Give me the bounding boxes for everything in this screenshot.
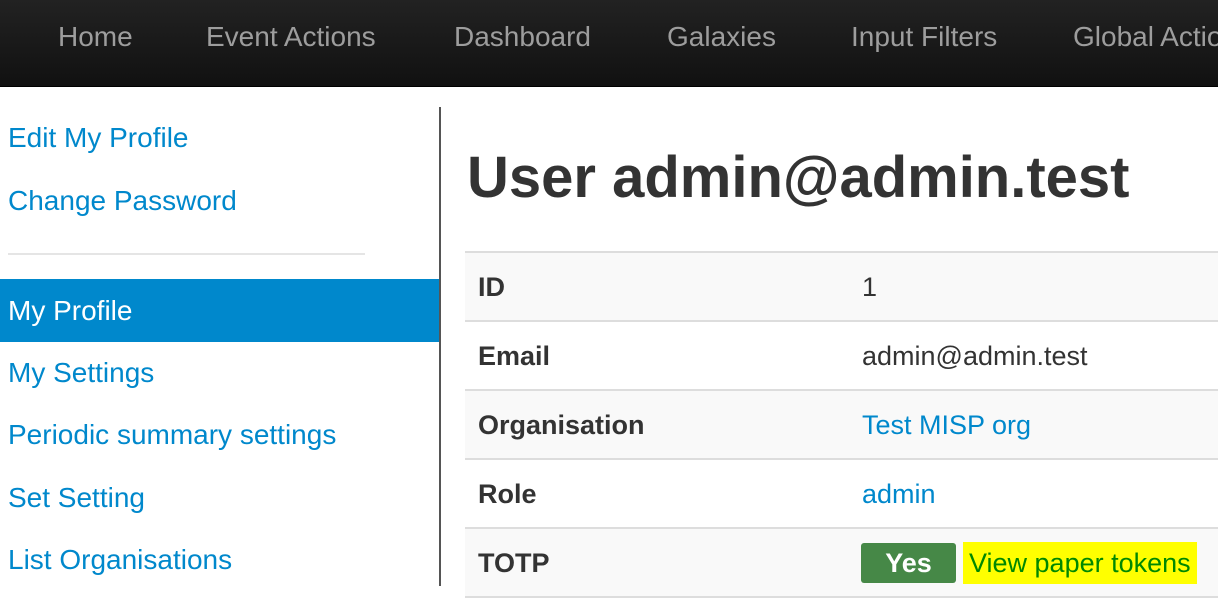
nav-home[interactable]: Home (58, 20, 133, 54)
sidebar: Edit My Profile Change Password My Profi… (0, 107, 441, 586)
sidebar-item-my-settings[interactable]: My Settings (8, 356, 154, 390)
sidebar-item-list-organisations[interactable]: List Organisations (8, 543, 232, 577)
nav-dashboard[interactable]: Dashboard (454, 20, 591, 54)
sidebar-divider (8, 253, 365, 256)
sidebar-item-my-profile[interactable]: My Profile (0, 279, 439, 342)
nav-galaxies[interactable]: Galaxies (667, 20, 776, 54)
table-row: TOTP Yes View paper tokens (465, 529, 1218, 598)
role-link[interactable]: admin (862, 478, 936, 510)
sidebar-item-set-setting[interactable]: Set Setting (8, 481, 145, 515)
totp-label: TOTP (478, 548, 550, 578)
sidebar-item-label: My Profile (8, 295, 133, 326)
nav-global-actions[interactable]: Global Actions (1073, 20, 1218, 54)
id-value: 1 (862, 272, 878, 302)
id-label: ID (478, 272, 505, 302)
role-label: Role (478, 479, 537, 509)
sidebar-item-periodic-summary-settings[interactable]: Periodic summary settings (8, 418, 336, 452)
organisation-label: Organisation (478, 410, 645, 440)
page-title: User admin@admin.test (467, 145, 1130, 210)
totp-status-badge: Yes (861, 543, 956, 583)
email-label: Email (478, 341, 551, 371)
user-details-table: ID 1 Email admin@admin.test Organisation… (465, 251, 1218, 598)
table-row: Organisation Test MISP org (465, 391, 1218, 460)
nav-event-actions[interactable]: Event Actions (206, 20, 376, 54)
top-navbar: Home Event Actions Dashboard Galaxies In… (0, 0, 1218, 87)
table-row: Email admin@admin.test (465, 322, 1218, 391)
sidebar-item-edit-my-profile[interactable]: Edit My Profile (8, 121, 189, 155)
nav-input-filters[interactable]: Input Filters (851, 20, 997, 54)
sidebar-item-change-password[interactable]: Change Password (8, 184, 237, 218)
view-paper-tokens-link[interactable]: View paper tokens (963, 542, 1197, 584)
email-value: admin@admin.test (862, 341, 1088, 371)
organisation-link[interactable]: Test MISP org (862, 409, 1031, 441)
table-row: Role admin (465, 460, 1218, 529)
table-row: ID 1 (465, 253, 1218, 322)
